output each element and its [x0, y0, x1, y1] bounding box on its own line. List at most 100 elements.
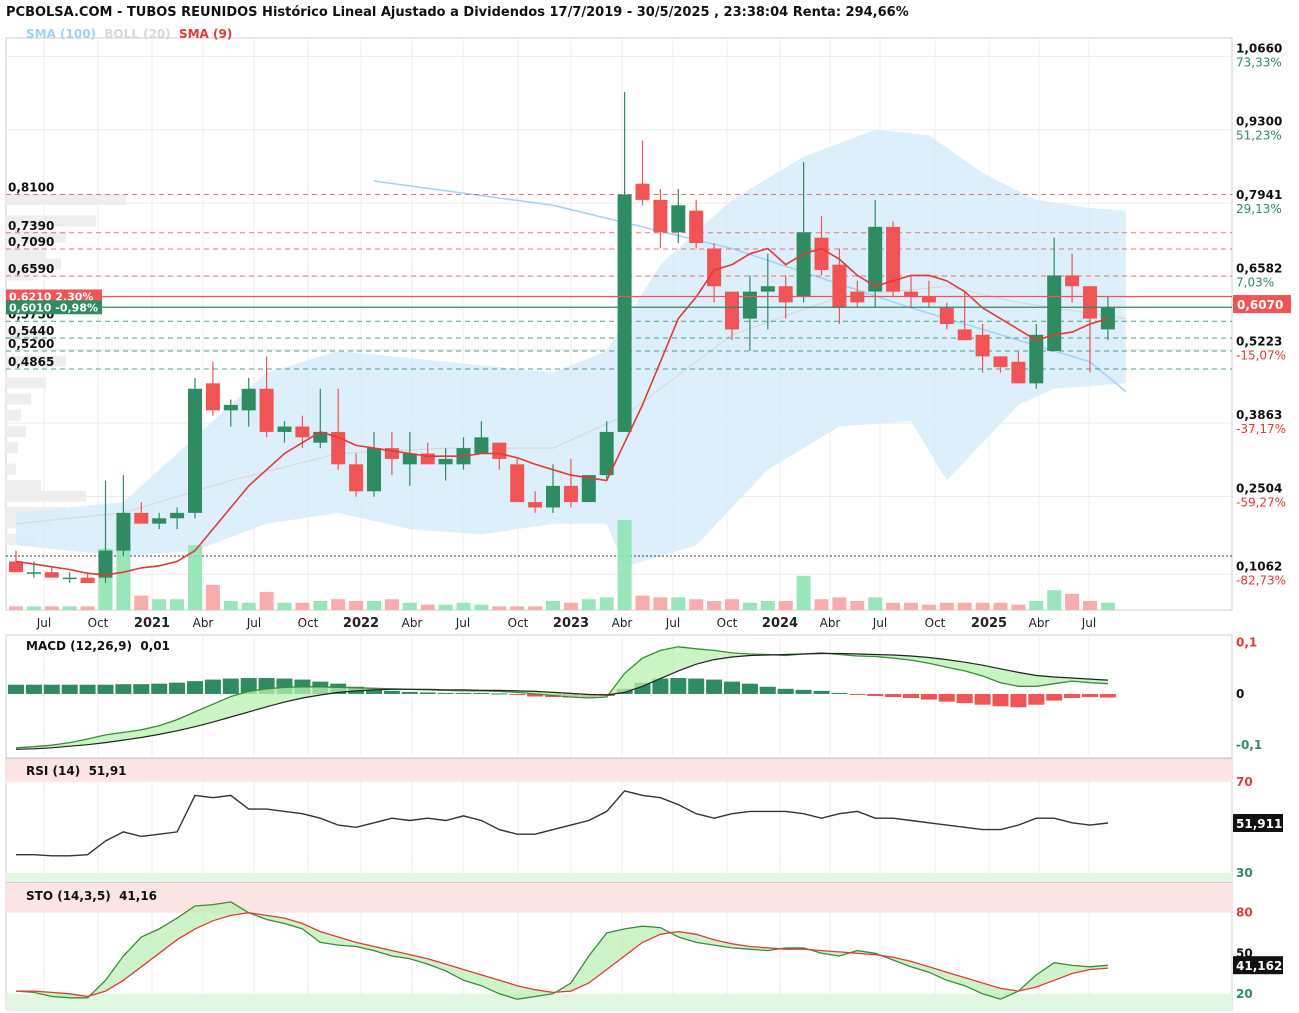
volume-bar [832, 597, 847, 610]
legend-sma9[interactable]: SMA (9) [179, 27, 232, 41]
volume-bar [349, 601, 364, 610]
pct-tick-label: 7,03% [1236, 275, 1274, 289]
candle-body [671, 205, 686, 233]
candle-body [152, 518, 167, 524]
macd-hist-bar [25, 684, 42, 694]
macd-hist-bar [670, 678, 687, 694]
candle-body [116, 512, 131, 551]
x-tick-label: Abr [612, 616, 633, 630]
chart-root: PCBOLSA.COM - TUBOS REUNIDOS Histórico L… [0, 0, 1299, 1013]
price-tick-label: 0,2504 [1236, 481, 1282, 495]
candle-body [653, 199, 668, 233]
macd-hist-bar [401, 691, 418, 694]
volume-bar [1011, 604, 1026, 610]
rsi-last-label: 51,911 [1236, 817, 1282, 831]
volume-bar [9, 606, 23, 610]
macd-hist-bar [383, 690, 400, 694]
x-tick-label: 2022 [343, 616, 379, 631]
legend-sma100[interactable]: SMA (100) [26, 27, 96, 41]
candle-body [1029, 334, 1044, 384]
x-tick-label: 2024 [762, 616, 798, 631]
macd-hist-bar [741, 683, 758, 694]
volume-bar [599, 597, 614, 610]
volume-profile-bar [6, 442, 18, 454]
x-tick-label: Jul [872, 616, 887, 630]
chart-title: PCBOLSA.COM - TUBOS REUNIDOS Histórico L… [6, 5, 909, 20]
macd-hist-bar [938, 693, 955, 702]
volume-bar [80, 606, 95, 610]
volume-bar [1047, 590, 1062, 610]
volume-profile-bar [6, 247, 46, 259]
macd-hist-bar [419, 692, 436, 694]
rsi-line [16, 790, 1108, 857]
rsi-tick-label: 30 [1236, 866, 1253, 880]
candle-body [510, 464, 525, 503]
candle-body [188, 388, 202, 513]
candle-body [814, 237, 829, 271]
legend-boll[interactable]: BOLL (20) [104, 27, 171, 41]
candle-body [170, 512, 185, 519]
macd-hist-bar [849, 693, 866, 695]
macd-hist-bar [115, 684, 132, 694]
volume-profile-bar [6, 425, 26, 437]
volume-bar [1029, 601, 1044, 610]
price-tick-label: 0,6582 [1236, 261, 1282, 275]
rsi-layer [6, 759, 1232, 882]
volume-bar [492, 606, 507, 610]
price-tick-label: 0,9300 [1236, 115, 1282, 129]
pct-tick-label: -59,27% [1236, 495, 1286, 509]
macd-hist-bar [903, 693, 919, 699]
macd-hist-bar [724, 681, 740, 694]
candle-body [760, 286, 775, 292]
price-tick-label: 0,3863 [1236, 408, 1282, 422]
macd-hist-bar [813, 690, 830, 694]
candle-body [438, 458, 453, 465]
level-label: 0,4865 [8, 355, 54, 369]
candle-body [134, 512, 149, 524]
chart-svg: Jul Oct 2021 Abr Jul Oct 2022 Abr Jul Oct 2023 Abr J… [5, 37, 1291, 1011]
macd-hist-bar [1028, 693, 1045, 705]
macd-hist-bar [956, 693, 973, 704]
volume-bar [921, 604, 936, 610]
volume-bar [223, 601, 238, 610]
volume-bar [313, 601, 328, 610]
volume-bar [241, 602, 256, 610]
candle-body [617, 194, 632, 432]
x-tick-label: Jul [36, 616, 51, 630]
volume-bar [796, 575, 811, 610]
volume-bar [671, 597, 686, 610]
candle-body [44, 572, 59, 578]
x-tick-label: Oct [925, 616, 946, 630]
candle-body [742, 291, 757, 319]
volume-bar [384, 599, 399, 610]
macd-hist-bar [97, 684, 114, 694]
candle-body [1047, 275, 1062, 351]
volume-bar [170, 599, 185, 610]
macd-hist-bar [491, 693, 508, 695]
macd-hist-bar [8, 684, 24, 694]
macd-hist-bar [1082, 693, 1098, 698]
candle-body [546, 485, 560, 508]
macd-hist-bar [706, 679, 723, 694]
candle-body [939, 307, 954, 324]
volume-bar [26, 606, 41, 610]
volume-bar [456, 602, 471, 610]
volume-bar [205, 584, 220, 610]
volume-bar [725, 599, 739, 610]
candle-body [367, 448, 381, 492]
sto-oversold-zone [6, 993, 1232, 1010]
price-tick-label: 0,7941 [1236, 188, 1282, 202]
macd-hist-bar [795, 689, 812, 694]
volume-bar [134, 595, 149, 610]
macd-hist-bar [688, 678, 705, 694]
candle-body [205, 383, 220, 411]
volume-bar [367, 601, 381, 610]
candle-body [80, 577, 95, 584]
macd-panel-title: MACD (12,26,9) 0,01 [26, 639, 170, 653]
candle-body [528, 502, 543, 508]
macd-hist-bar [777, 688, 794, 694]
macd-hist-bar [885, 693, 902, 698]
indicator-legend: SMA (100) BOLL (20) SMA (9) [26, 27, 236, 41]
macd-hist-bar [1046, 693, 1063, 701]
macd-hist-bar [133, 684, 150, 694]
